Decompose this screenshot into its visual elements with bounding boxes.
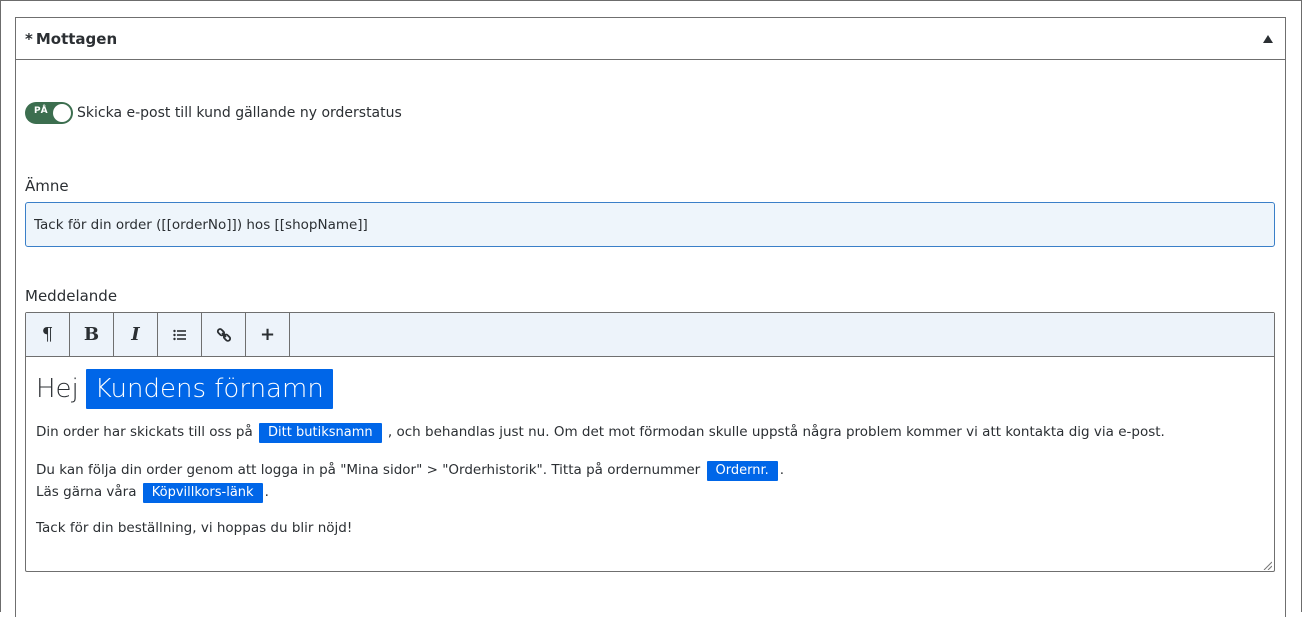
link-icon	[216, 327, 231, 342]
panel-body: PÅ Skicka e-post till kund gällande ny o…	[15, 17, 1286, 612]
p1-text-after: , och behandlas just nu. Om det mot förm…	[387, 424, 1165, 440]
placeholder-chip-order-no[interactable]: Ordernr.	[706, 461, 778, 481]
bullet-list-button[interactable]	[158, 313, 202, 356]
toggle-knob	[53, 104, 71, 122]
insert-button[interactable]: +	[246, 313, 290, 356]
italic-button[interactable]: I	[114, 313, 158, 356]
send-email-toggle[interactable]: PÅ	[25, 102, 73, 124]
placeholder-chip-shop-name[interactable]: Ditt butiksnamn	[259, 423, 382, 443]
message-label: Meddelande	[25, 287, 118, 305]
paragraph-order-sent: Din order har skickats till oss på Ditt …	[36, 421, 1264, 443]
paragraph-button[interactable]: ¶	[26, 313, 70, 356]
subject-label: Ämne	[25, 177, 69, 195]
link-button[interactable]	[202, 313, 246, 356]
bold-button[interactable]: B	[70, 313, 114, 356]
paragraph-follow-order: Du kan följa din order genom att logga i…	[36, 459, 1264, 503]
toggle-description: Skicka e-post till kund gällande ny orde…	[77, 105, 402, 121]
bullet-list-icon	[172, 329, 186, 340]
message-editor: ¶ B I + Hej Kundens förnamn Din order ha…	[25, 312, 1275, 572]
editor-content[interactable]: Hej Kundens förnamn Din order har skicka…	[26, 357, 1274, 572]
greeting-heading: Hej Kundens förnamn	[36, 367, 1264, 411]
editor-toolbar: ¶ B I +	[26, 313, 1274, 357]
resize-handle-icon[interactable]	[1262, 560, 1272, 570]
placeholder-chip-first-name[interactable]: Kundens förnamn	[85, 369, 333, 409]
toggle-state-label: PÅ	[34, 106, 48, 116]
email-toggle-row: PÅ Skicka e-post till kund gällande ny o…	[25, 102, 402, 124]
subject-input[interactable]	[25, 202, 1275, 247]
greeting-word: Hej	[36, 374, 79, 404]
p2-line1-after: .	[779, 462, 785, 478]
p2-line2-before: Läs gärna våra	[36, 484, 137, 500]
p1-text-before: Din order har skickats till oss på	[36, 424, 253, 440]
paragraph-thanks: Tack för din beställning, vi hoppas du b…	[36, 520, 353, 536]
p2-line1-before: Du kan följa din order genom att logga i…	[36, 462, 701, 478]
placeholder-chip-terms-link[interactable]: Köpvillkors-länk	[142, 483, 263, 503]
p2-line2-after: .	[264, 484, 269, 500]
